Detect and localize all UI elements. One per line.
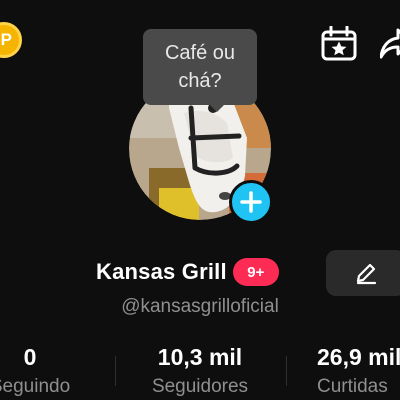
- plus-icon: [240, 191, 262, 213]
- stat-likes-label: Curtidas: [317, 376, 388, 397]
- note-bubble[interactable]: Café ou chá?: [143, 29, 257, 105]
- display-name: Kansas Grill: [96, 259, 227, 284]
- stat-followers-label: Seguidores: [151, 376, 249, 397]
- coin-symbol: P: [0, 30, 12, 49]
- add-story-button[interactable]: [229, 180, 273, 224]
- share-icon[interactable]: [379, 26, 400, 67]
- notification-badge[interactable]: 9+: [232, 258, 279, 286]
- stat-following[interactable]: 0 Seguindo: [0, 340, 105, 400]
- stat-likes[interactable]: 26,9 mil Curtidas: [300, 340, 400, 400]
- stat-followers-value: 10,3 mil: [157, 344, 243, 370]
- note-bubble-text: Café ou chá?: [164, 42, 236, 92]
- pencil-icon: [356, 263, 377, 285]
- stat-followers[interactable]: 10,3 mil Seguidores: [125, 340, 275, 400]
- username: @kansasgrilloficial: [121, 296, 279, 317]
- stat-likes-value: 26,9 mil: [317, 344, 400, 370]
- stat-following-value: 0: [23, 344, 37, 370]
- coin-icon[interactable]: P: [0, 22, 22, 58]
- stat-divider: [115, 356, 116, 386]
- stat-divider: [286, 356, 287, 386]
- calendar-star-icon[interactable]: [320, 25, 358, 67]
- edit-profile-button[interactable]: [326, 250, 400, 296]
- stat-following-label: Seguindo: [0, 376, 71, 397]
- profile-name-row: Kansas Grill 9+: [96, 258, 279, 286]
- note-bubble-tail: [209, 104, 225, 112]
